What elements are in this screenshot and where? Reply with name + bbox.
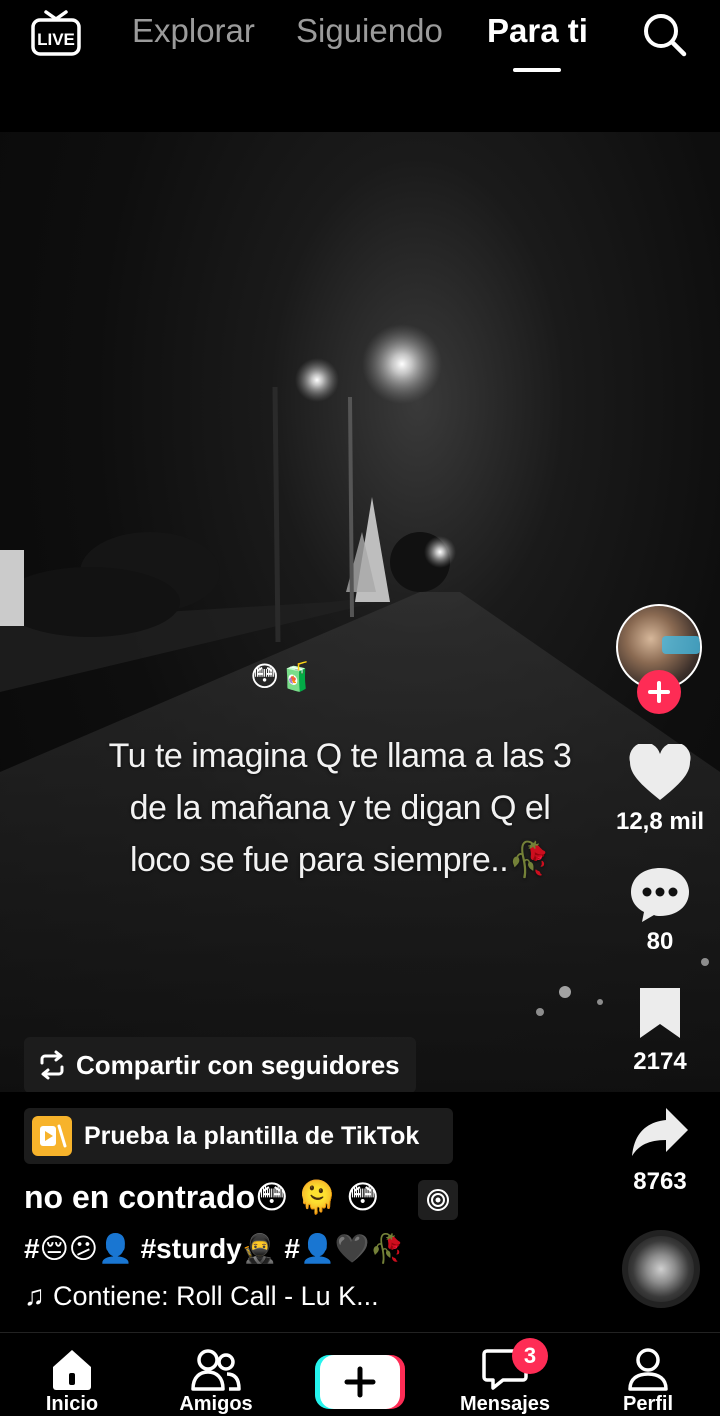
create-button[interactable]	[315, 1355, 405, 1409]
like-count: 12,8 mil	[615, 808, 705, 835]
profile-icon	[628, 1348, 668, 1391]
avatar-detail	[662, 636, 700, 654]
music-info[interactable]: ♫ Contiene: Roll Call - Lu K...	[24, 1280, 379, 1312]
nav-home-label: Inicio	[45, 1393, 99, 1415]
bottom-nav: Inicio Amigos Mensajes Perfil	[0, 1332, 720, 1415]
music-disc[interactable]	[622, 1230, 700, 1308]
active-tab-indicator	[513, 68, 561, 72]
comment-count: 80	[646, 928, 674, 955]
nav-profile[interactable]: Perfil	[588, 1333, 708, 1416]
friends-icon	[191, 1349, 241, 1391]
tab-siguiendo[interactable]: Siguiendo	[296, 12, 443, 50]
messages-badge: 3	[512, 1338, 548, 1374]
home-icon	[53, 1350, 91, 1390]
nav-messages[interactable]: Mensajes	[445, 1333, 565, 1416]
heart-icon	[629, 742, 691, 800]
tab-explorar[interactable]: Explorar	[132, 12, 255, 50]
nav-home[interactable]: Inicio	[12, 1333, 132, 1416]
share-count: 8763	[633, 1168, 687, 1195]
bookmark-icon	[640, 988, 680, 1038]
live-icon[interactable]: LIVE	[30, 8, 82, 58]
nav-friends[interactable]: Amigos	[156, 1333, 276, 1416]
template-icon	[32, 1116, 72, 1156]
effect-icon[interactable]	[418, 1180, 458, 1220]
music-note-icon: ♫	[24, 1280, 45, 1311]
nav-friends-label: Amigos	[179, 1393, 253, 1415]
comment-button[interactable]	[628, 864, 692, 928]
music-label: Contiene: Roll Call - Lu K...	[53, 1280, 379, 1311]
template-chip[interactable]: Prueba la plantilla de TikTok	[24, 1108, 453, 1164]
top-bar: LIVE Explorar Siguiendo Para ti	[0, 0, 720, 132]
repost-icon	[40, 1050, 64, 1080]
template-label: Prueba la plantilla de TikTok	[84, 1121, 420, 1150]
live-label: LIVE	[37, 30, 75, 49]
nav-messages-label: Mensajes	[459, 1393, 551, 1415]
post-description[interactable]: no en contrado😳 🫠 😳	[24, 1178, 379, 1216]
share-with-followers-chip[interactable]: Compartir con seguidores	[24, 1037, 416, 1092]
follow-button[interactable]	[637, 670, 681, 714]
share-button[interactable]	[628, 1104, 692, 1168]
like-button[interactable]	[628, 742, 692, 808]
nav-profile-label: Perfil	[622, 1393, 674, 1415]
search-icon[interactable]	[640, 10, 688, 58]
tab-para-ti[interactable]: Para ti	[487, 12, 588, 50]
create-icon	[315, 1355, 405, 1409]
share-chip-label: Compartir con seguidores	[76, 1049, 400, 1080]
save-count: 2174	[633, 1048, 687, 1075]
plus-icon	[648, 681, 670, 703]
share-icon	[632, 1108, 688, 1156]
save-button[interactable]	[628, 986, 692, 1050]
comment-icon	[631, 868, 689, 922]
caption-emoji: 😳🧃	[250, 661, 315, 692]
post-hashtags[interactable]: #😔😕👤 #sturdy🥷 #👤🖤🥀	[24, 1232, 405, 1265]
video-overlay-text: Tu te imagina Q te llama a las 3 de la m…	[108, 737, 572, 879]
